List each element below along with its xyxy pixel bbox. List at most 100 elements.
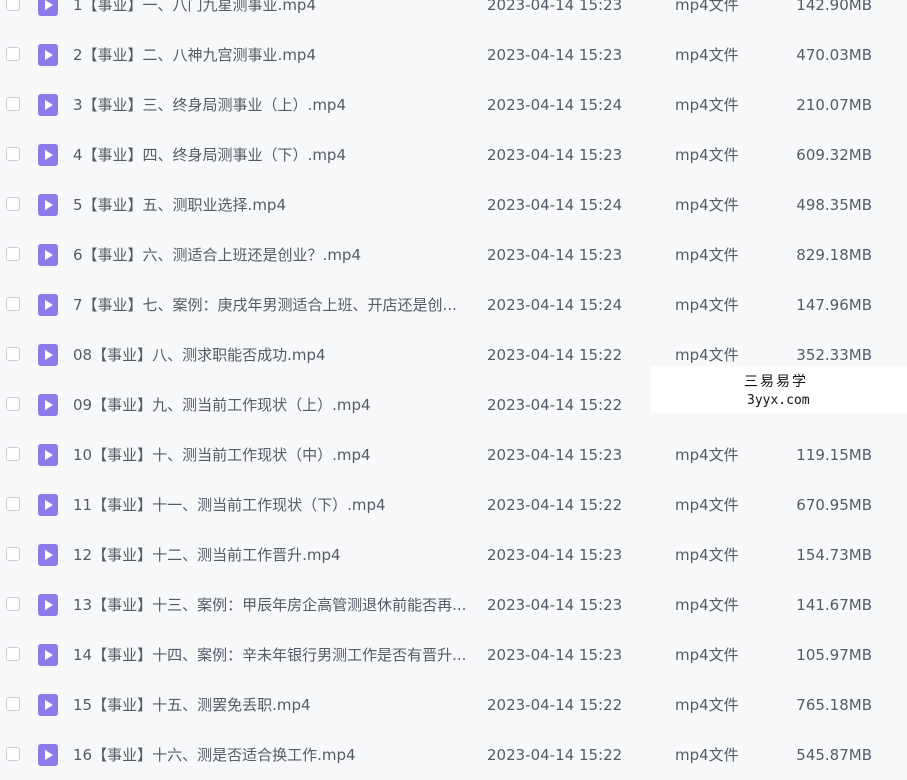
file-date: 2023-04-14 15:23 [487, 146, 623, 164]
file-date: 2023-04-14 15:22 [487, 696, 623, 714]
file-type: mp4文件 [675, 0, 739, 14]
file-size: 141.67MB [796, 596, 872, 614]
file-date: 2023-04-14 15:24 [487, 196, 623, 214]
file-row[interactable]: 14【事业】十四、案例：辛未年银行男测工作是否有晋升... 2023-04-14 … [0, 630, 907, 680]
file-row[interactable]: 11【事业】十一、测当前工作现状（下）.mp4 2023-04-14 15:22 m… [0, 480, 907, 530]
file-date: 2023-04-14 15:23 [487, 46, 623, 64]
file-name[interactable]: 15【事业】十五、测罢免丢职.mp4 [73, 695, 468, 715]
file-row[interactable]: 15【事业】十五、测罢免丢职.mp4 2023-04-14 15:22 mp4文件 7… [0, 680, 907, 730]
file-size: 154.73MB [796, 546, 872, 564]
file-date: 2023-04-14 15:23 [487, 646, 623, 664]
file-size: 352.33MB [796, 346, 872, 364]
file-name[interactable]: 16【事业】十六、测是否适合换工作.mp4 [73, 745, 468, 765]
file-row[interactable]: 12【事业】十二、测当前工作晋升.mp4 2023-04-14 15:23 mp4文… [0, 530, 907, 580]
video-file-icon [38, 394, 58, 416]
file-name[interactable]: 6【事业】六、测适合上班还是创业？.mp4 [73, 245, 468, 265]
file-date: 2023-04-14 15:24 [487, 96, 623, 114]
file-name[interactable]: 7【事业】七、案例：庚戌年男测适合上班、开店还是创... [73, 295, 468, 315]
watermark-url: 3yyx.com [747, 393, 810, 408]
file-size: 829.18MB [796, 246, 872, 264]
video-file-icon [38, 694, 58, 716]
file-date: 2023-04-14 15:22 [487, 346, 623, 364]
file-row[interactable]: 7【事业】七、案例：庚戌年男测适合上班、开店还是创... 2023-04-14 1… [0, 280, 907, 330]
file-name[interactable]: 12【事业】十二、测当前工作晋升.mp4 [73, 545, 468, 565]
row-checkbox[interactable] [6, 547, 20, 561]
file-name[interactable]: 13【事业】十三、案例：甲辰年房企高管测退休前能否再... [73, 595, 468, 615]
file-row[interactable]: 5【事业】五、测职业选择.mp4 2023-04-14 15:24 mp4文件 498… [0, 180, 907, 230]
file-type: mp4文件 [675, 346, 739, 364]
file-name[interactable]: 14【事业】十四、案例：辛未年银行男测工作是否有晋升... [73, 645, 468, 665]
file-row[interactable]: 13【事业】十三、案例：甲辰年房企高管测退休前能否再... 2023-04-14 … [0, 580, 907, 630]
file-name[interactable]: 10【事业】十、测当前工作现状（中）.mp4 [73, 445, 468, 465]
file-date: 2023-04-14 15:22 [487, 496, 623, 514]
file-row[interactable]: 10【事业】十、测当前工作现状（中）.mp4 2023-04-14 15:23 mp… [0, 430, 907, 480]
file-row[interactable]: 4【事业】四、终身局测事业（下）.mp4 2023-04-14 15:23 mp4文… [0, 130, 907, 180]
row-checkbox[interactable] [6, 197, 20, 211]
file-size: 105.97MB [796, 646, 872, 664]
file-type: mp4文件 [675, 296, 739, 314]
video-file-icon [38, 94, 58, 116]
row-checkbox[interactable] [6, 147, 20, 161]
file-row[interactable]: 1【事业】一、八门九星测事业.mp4 2023-04-14 15:23 mp4文件 1… [0, 0, 907, 30]
file-size: 470.03MB [796, 46, 872, 64]
file-date: 2023-04-14 15:23 [487, 546, 623, 564]
file-type: mp4文件 [675, 746, 739, 764]
file-row[interactable]: 2【事业】二、八神九宫测事业.mp4 2023-04-14 15:23 mp4文件 4… [0, 30, 907, 80]
file-size: 210.07MB [796, 96, 872, 114]
row-checkbox[interactable] [6, 97, 20, 111]
file-name[interactable]: 08【事业】八、测求职能否成功.mp4 [73, 345, 468, 365]
file-name[interactable]: 5【事业】五、测职业选择.mp4 [73, 195, 468, 215]
row-checkbox[interactable] [6, 0, 20, 11]
file-date: 2023-04-14 15:22 [487, 746, 623, 764]
file-date: 2023-04-14 15:23 [487, 446, 623, 464]
watermark: 三易易学 3yyx.com [651, 366, 907, 413]
file-name[interactable]: 4【事业】四、终身局测事业（下）.mp4 [73, 145, 468, 165]
row-checkbox[interactable] [6, 347, 20, 361]
file-size: 609.32MB [796, 146, 872, 164]
file-name[interactable]: 11【事业】十一、测当前工作现状（下）.mp4 [73, 495, 468, 515]
file-name[interactable]: 3【事业】三、终身局测事业（上）.mp4 [73, 95, 468, 115]
video-file-icon [38, 294, 58, 316]
video-file-icon [38, 344, 58, 366]
file-date: 2023-04-14 15:22 [487, 396, 623, 414]
row-checkbox[interactable] [6, 597, 20, 611]
file-name[interactable]: 1【事业】一、八门九星测事业.mp4 [73, 0, 468, 15]
video-file-icon [38, 744, 58, 766]
file-size: 142.90MB [796, 0, 872, 14]
video-file-icon [38, 144, 58, 166]
file-type: mp4文件 [675, 696, 739, 714]
video-file-icon [38, 594, 58, 616]
row-checkbox[interactable] [6, 297, 20, 311]
row-checkbox[interactable] [6, 247, 20, 261]
file-date: 2023-04-14 15:23 [487, 596, 623, 614]
file-type: mp4文件 [675, 246, 739, 264]
file-type: mp4文件 [675, 446, 739, 464]
file-size: 498.35MB [796, 196, 872, 214]
row-checkbox[interactable] [6, 497, 20, 511]
file-row[interactable]: 3【事业】三、终身局测事业（上）.mp4 2023-04-14 15:24 mp4文… [0, 80, 907, 130]
video-file-icon [38, 44, 58, 66]
video-file-icon [38, 0, 58, 16]
file-type: mp4文件 [675, 146, 739, 164]
watermark-title: 三易易学 [744, 374, 808, 390]
row-checkbox[interactable] [6, 747, 20, 761]
file-size: 545.87MB [796, 746, 872, 764]
video-file-icon [38, 244, 58, 266]
row-checkbox[interactable] [6, 647, 20, 661]
file-date: 2023-04-14 15:23 [487, 0, 623, 14]
file-type: mp4文件 [675, 596, 739, 614]
row-checkbox[interactable] [6, 397, 20, 411]
file-type: mp4文件 [675, 646, 739, 664]
row-checkbox[interactable] [6, 697, 20, 711]
file-name[interactable]: 09【事业】九、测当前工作现状（上）.mp4 [73, 395, 468, 415]
file-name[interactable]: 2【事业】二、八神九宫测事业.mp4 [73, 45, 468, 65]
file-size: 119.15MB [796, 446, 872, 464]
file-size: 670.95MB [796, 496, 872, 514]
row-checkbox[interactable] [6, 47, 20, 61]
file-row[interactable]: 6【事业】六、测适合上班还是创业？.mp4 2023-04-14 15:23 mp4… [0, 230, 907, 280]
file-type: mp4文件 [675, 496, 739, 514]
row-checkbox[interactable] [6, 447, 20, 461]
file-row[interactable]: 16【事业】十六、测是否适合换工作.mp4 2023-04-14 15:22 mp4… [0, 730, 907, 780]
video-file-icon [38, 544, 58, 566]
video-file-icon [38, 444, 58, 466]
